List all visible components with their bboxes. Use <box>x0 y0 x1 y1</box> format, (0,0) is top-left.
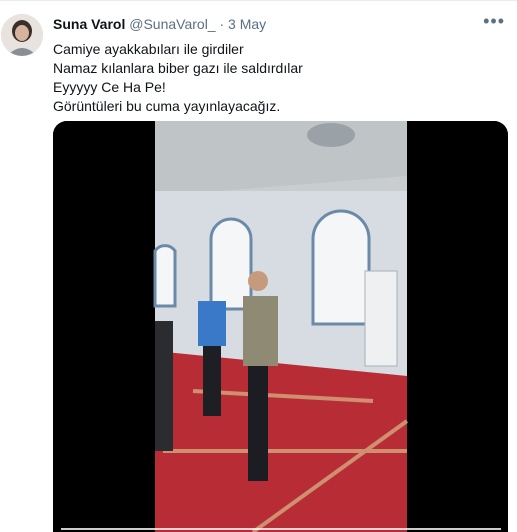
author-handle[interactable]: @SunaVarol_ <box>129 16 215 32</box>
avatar[interactable] <box>1 14 43 56</box>
author-name[interactable]: Suna Varol <box>53 16 125 32</box>
separator-dot: · <box>219 16 225 32</box>
tweet-card[interactable]: Suna Varol @SunaVarol_ · 3 May ••• Camiy… <box>0 0 517 532</box>
video-player[interactable] <box>53 121 508 532</box>
avatar-photo <box>1 14 43 56</box>
more-horizontal-icon[interactable]: ••• <box>483 11 505 32</box>
tweet-date[interactable]: 3 May <box>228 16 266 32</box>
video-frame <box>53 121 508 532</box>
mosque-interior-scene <box>153 121 409 532</box>
tweet-line: Eyyyyy Ce Ha Pe! <box>53 79 166 95</box>
tweet-line: Namaz kılanlara biber gazı ile saldırdıl… <box>53 60 303 76</box>
tweet-text: Camiye ayakkabıları ile girdiler Namaz k… <box>53 40 303 116</box>
tweet-line: Görüntüleri bu cuma yayınlayacağız. <box>53 98 281 114</box>
tweet-line: Camiye ayakkabıları ile girdiler <box>53 41 244 57</box>
video-progress-bar <box>61 528 501 530</box>
tweet-header: Suna Varol @SunaVarol_ · 3 May <box>53 16 266 32</box>
